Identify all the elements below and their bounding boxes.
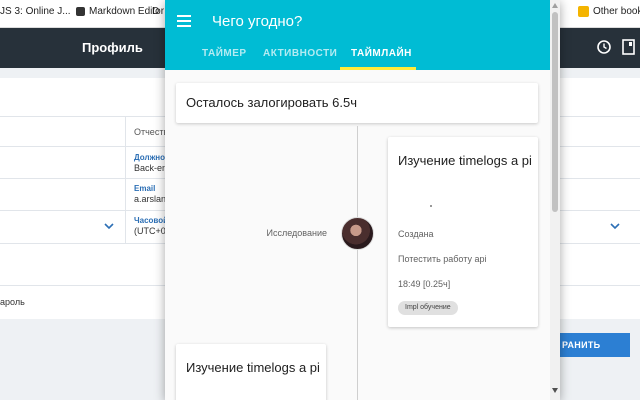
timelogs-popup: Чего угодно? ТАЙМЕР АКТИВНОСТИ ТАЙМЛАЙН … [165,0,560,400]
folder-icon [578,6,589,17]
timelog-entry-card[interactable]: Изучение timelogs a pi Создана Потестить… [388,137,538,327]
scrollbar-thumb[interactable] [552,12,558,212]
avatar [341,217,374,250]
other-bookmarks[interactable]: Other bookm [578,6,640,17]
entry-time: 18:49 [0.25ч] [398,279,451,289]
entry-status: Создана [398,229,434,239]
entry-tag[interactable]: Impl обучение [398,301,458,315]
scroll-up-icon[interactable] [552,3,558,8]
remaining-text: Осталось залогировать 6.5ч [186,95,357,110]
bookmark-item[interactable]: JS 3: Online J... [0,6,71,17]
other-bookmarks-label: Other bookm [593,6,640,17]
tab-timer[interactable]: ТАЙМЕР [202,48,247,59]
clock-icon[interactable] [597,40,611,54]
email-label: Email [134,184,156,193]
remaining-card: Осталось залогировать 6.5ч [176,83,538,123]
entry-title: Изучение timelogs a pi [186,360,320,375]
popup-title: Чего угодно? [212,13,303,30]
entry-title: Изучение timelogs a pi [398,153,532,168]
bookmark-item[interactable]: Markdown Editor [76,6,164,17]
entry-dot [430,205,432,207]
scroll-down-icon[interactable] [552,388,558,393]
entry-description: Потестить работу api [398,254,487,264]
patronymic-label: Отчеств [134,127,169,137]
timezone-label: Часовой [134,216,169,225]
chevron-down-icon[interactable] [610,222,620,230]
tab-activities[interactable]: АКТИВНОСТИ [263,48,337,59]
timeline-line [357,126,358,400]
timeline-category-label: Исследование [266,228,327,238]
password-label: ароль [0,297,25,307]
bookmark-label: JS 3: Online J... [0,6,71,17]
popup-header: Чего угодно? ТАЙМЕР АКТИВНОСТИ ТАЙМЛАЙН [165,0,560,70]
timelog-entry-card[interactable]: Изучение timelogs a pi [176,344,326,400]
timeline-content: Осталось залогировать 6.5ч Исследование … [165,70,550,400]
document-icon[interactable] [622,39,636,55]
page-title: Профиль [82,40,143,55]
bookmark-label: D [152,6,160,17]
menu-icon[interactable] [177,14,193,28]
tab-timeline[interactable]: ТАЙМЛАЙН [351,48,412,59]
markdown-icon [76,7,85,16]
chevron-down-icon[interactable] [104,222,114,230]
bookmark-item[interactable]: D [152,6,159,17]
